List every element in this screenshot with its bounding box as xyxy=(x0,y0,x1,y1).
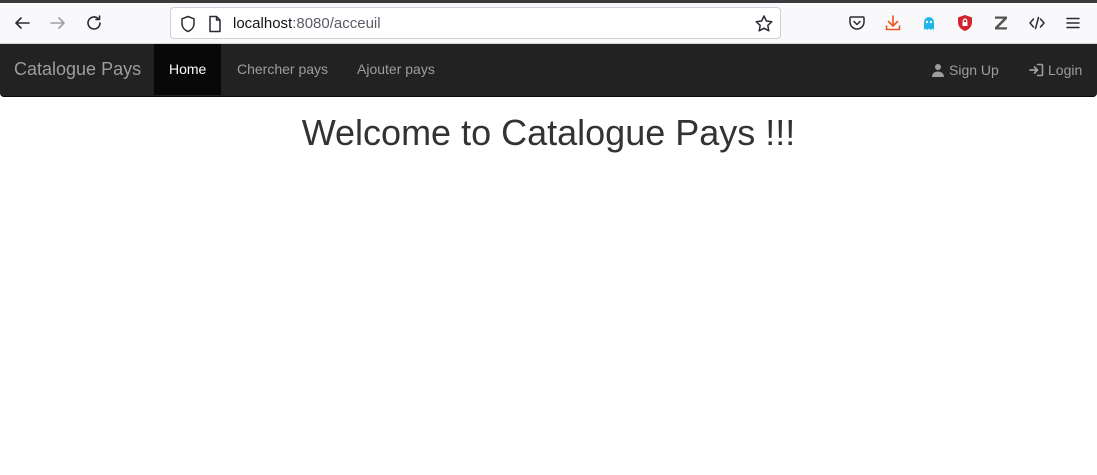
url-text[interactable]: localhost:8080/acceuil xyxy=(233,15,381,33)
ghost-extension-icon xyxy=(924,17,934,30)
browser-toolbar: localhost:8080/acceuil xyxy=(0,3,1097,44)
site-navbar: Catalogue Pays Home Chercher pays Ajoute… xyxy=(0,44,1097,97)
login-label: Login xyxy=(1048,61,1083,78)
nav-item-chercher-pays[interactable]: Chercher pays xyxy=(222,44,343,95)
login-link[interactable]: Login xyxy=(1029,44,1082,95)
forward-button[interactable] xyxy=(43,8,73,38)
shield-icon[interactable] xyxy=(179,15,197,33)
pocket-icon xyxy=(849,16,865,30)
nav-item-home[interactable]: Home xyxy=(154,44,222,95)
navbar-brand[interactable]: Catalogue Pays xyxy=(14,44,141,95)
devtools-button[interactable] xyxy=(1022,8,1052,38)
devtools-icon xyxy=(1029,16,1045,30)
url-path: :8080/acceuil xyxy=(292,15,381,32)
back-button[interactable] xyxy=(7,8,37,38)
url-host: localhost xyxy=(233,15,293,32)
menu-button[interactable] xyxy=(1058,8,1088,38)
reload-button[interactable] xyxy=(79,8,109,38)
downloads-button[interactable] xyxy=(878,8,908,38)
sign-up-link[interactable]: Sign Up xyxy=(931,44,999,95)
reload-icon xyxy=(87,15,101,30)
page-title: Welcome to Catalogue Pays !!! xyxy=(301,112,796,153)
login-icon xyxy=(1029,63,1044,76)
page-icon[interactable] xyxy=(207,15,223,33)
ublock-extension-button[interactable] xyxy=(950,8,980,38)
forward-icon xyxy=(50,17,65,29)
bookmark-star-icon[interactable] xyxy=(754,14,774,34)
zotero-extension-button[interactable] xyxy=(986,8,1016,38)
back-icon xyxy=(15,17,30,29)
url-bar[interactable]: localhost:8080/acceuil xyxy=(170,7,781,39)
sign-up-label: Sign Up xyxy=(949,61,999,78)
download-icon xyxy=(885,15,901,31)
ublock-shield-icon xyxy=(958,15,972,31)
user-icon xyxy=(932,63,944,77)
nav-item-ajouter-pays[interactable]: Ajouter pays xyxy=(342,44,450,95)
menu-icon xyxy=(1066,17,1080,29)
pocket-button[interactable] xyxy=(842,8,872,38)
zotero-z-icon xyxy=(995,16,1007,30)
ghost-extension-button[interactable] xyxy=(914,8,944,38)
